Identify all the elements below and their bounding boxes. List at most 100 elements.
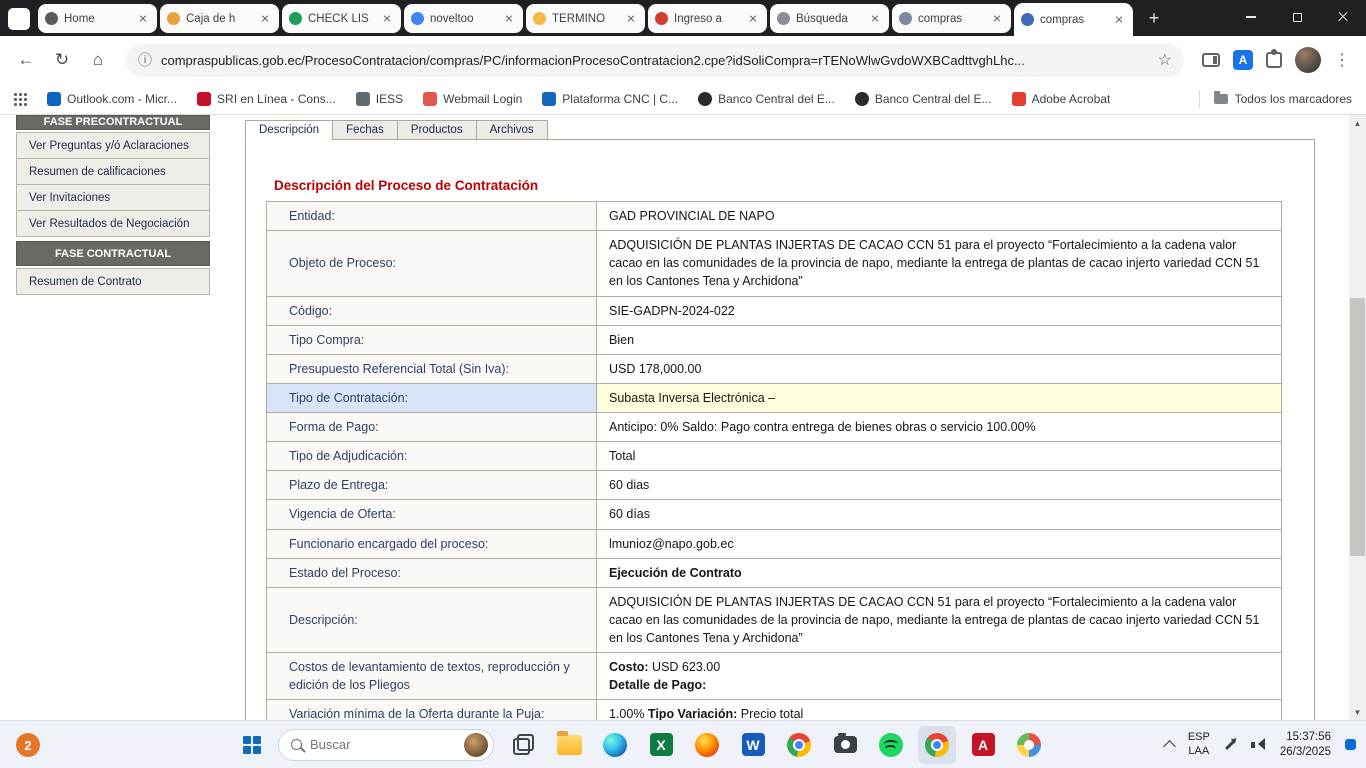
paint-taskbar-button[interactable] xyxy=(1010,726,1048,764)
row-label: Vigencia de Oferta: xyxy=(267,500,597,529)
browser-tab[interactable]: Búsqueda xyxy=(770,4,889,33)
spotify-taskbar-button[interactable] xyxy=(872,726,910,764)
file-explorer-taskbar-button[interactable] xyxy=(550,726,588,764)
home-button[interactable]: ⌂ xyxy=(82,44,114,76)
browser-tab[interactable]: CHECK LIS xyxy=(282,4,401,33)
browser-tab[interactable]: noveltoo xyxy=(404,4,523,33)
site-info-icon[interactable]: ⓘ xyxy=(138,50,152,70)
sidebar-item[interactable]: Ver Invitaciones xyxy=(16,184,210,211)
bookmark-item[interactable]: Banco Central del E... xyxy=(698,92,835,106)
chrome-taskbar-button[interactable] xyxy=(918,726,956,764)
tab-favicon xyxy=(45,12,58,25)
tab-favicon xyxy=(777,12,790,25)
bookmark-item[interactable]: Webmail Login xyxy=(423,92,522,106)
sidebar-item[interactable]: Ver Preguntas y/ó Aclaraciones xyxy=(16,132,210,159)
scroll-down-icon[interactable]: ▼ xyxy=(1349,704,1366,720)
windows-taskbar: 2 ESP LAA 15:37:56 26/3/2025 xyxy=(0,720,1366,768)
sidebar-item[interactable]: Resumen de Contrato xyxy=(16,268,210,295)
tab-close-icon[interactable] xyxy=(1112,13,1126,27)
apps-grid-icon[interactable] xyxy=(14,93,27,106)
sidebar-section-header: FASE CONTRACTUAL xyxy=(16,241,210,266)
tab-close-icon[interactable] xyxy=(380,12,394,26)
all-bookmarks-button[interactable]: Todos los marcadores xyxy=(1199,90,1352,108)
address-bar[interactable]: ⓘ compraspublicas.gob.ec/ProcesoContrata… xyxy=(126,44,1184,77)
row-label: Variación mínima de la Oferta durante la… xyxy=(267,700,597,720)
maximize-button[interactable] xyxy=(1274,0,1320,34)
bookmark-label: Outlook.com - Micr... xyxy=(67,92,177,106)
taskbar-search[interactable] xyxy=(278,729,494,761)
sidebar-item[interactable]: Ver Resultados de Negociación xyxy=(16,210,210,237)
edge-taskbar-button[interactable] xyxy=(596,726,634,764)
browser-tab[interactable]: Caja de h xyxy=(160,4,279,33)
table-row: Forma de Pago:Anticipo: 0% Saldo: Pago c… xyxy=(267,413,1282,442)
language-indicator[interactable]: ESP LAA xyxy=(1188,731,1210,759)
bookmark-item[interactable]: Outlook.com - Micr... xyxy=(47,92,177,106)
browser-tab[interactable]: TERMINO xyxy=(526,4,645,33)
translate-icon[interactable]: A xyxy=(1233,50,1253,70)
word-taskbar-button[interactable] xyxy=(734,726,772,764)
excel-taskbar-button[interactable] xyxy=(642,726,680,764)
edge-icon xyxy=(603,733,627,757)
chrome-taskbar-button[interactable] xyxy=(780,726,818,764)
back-button[interactable]: ← xyxy=(10,44,42,76)
vertical-scrollbar[interactable]: ▲ ▼ xyxy=(1349,115,1366,720)
refresh-button[interactable]: ↻ xyxy=(46,44,78,76)
screen: HomeCaja de hCHECK LISnoveltooTERMINOIng… xyxy=(0,0,1366,768)
profile-avatar[interactable] xyxy=(1295,47,1321,73)
volume-icon[interactable] xyxy=(1251,738,1266,751)
new-tab-button[interactable]: + xyxy=(1141,5,1167,31)
keyboard-layout: LAA xyxy=(1188,745,1210,759)
page-content: FASE PRECONTRACTUALVer Preguntas y/ó Acl… xyxy=(0,115,1366,720)
url-text[interactable]: compraspublicas.gob.ec/ProcesoContrataci… xyxy=(161,53,1149,68)
task-view-taskbar-button[interactable] xyxy=(504,726,542,764)
browser-tab[interactable]: Home xyxy=(38,4,157,33)
tab-favicon xyxy=(1021,13,1034,26)
scrollbar-thumb[interactable] xyxy=(1350,298,1365,556)
browser-menu-icon[interactable]: ⋮ xyxy=(1334,50,1350,70)
start-button[interactable] xyxy=(234,727,270,763)
pen-icon[interactable] xyxy=(1225,739,1236,750)
row-label: Código: xyxy=(267,296,597,325)
bookmark-item[interactable]: Plataforma CNC | C... xyxy=(542,92,678,106)
scroll-up-icon[interactable]: ▲ xyxy=(1349,115,1366,131)
table-row: Código:SIE-GADPN-2024-022 xyxy=(267,296,1282,325)
clock[interactable]: 15:37:56 26/3/2025 xyxy=(1280,730,1331,760)
window-corner-button[interactable] xyxy=(8,8,30,30)
close-button[interactable] xyxy=(1320,0,1366,34)
tab-close-icon[interactable] xyxy=(990,12,1004,26)
tab-close-icon[interactable] xyxy=(502,12,516,26)
row-label: Objeto de Proceso: xyxy=(267,231,597,296)
search-daily-image[interactable] xyxy=(464,733,488,757)
tab-archivos[interactable]: Archivos xyxy=(476,120,548,140)
bookmark-item[interactable]: SRI en Línea - Cons... xyxy=(197,92,336,106)
bookmark-star-icon[interactable]: ☆ xyxy=(1158,50,1172,70)
tab-close-icon[interactable] xyxy=(258,12,272,26)
browser-tab[interactable]: Ingreso a xyxy=(648,4,767,33)
tab-close-icon[interactable] xyxy=(136,12,150,26)
notification-center-icon[interactable] xyxy=(1345,739,1356,750)
bookmark-label: IESS xyxy=(376,92,403,106)
extensions-icon[interactable] xyxy=(1266,52,1282,68)
notification-count-badge[interactable]: 2 xyxy=(16,733,40,757)
bookmark-item[interactable]: Adobe Acrobat xyxy=(1012,92,1111,106)
tab-close-icon[interactable] xyxy=(746,12,760,26)
minimize-button[interactable] xyxy=(1228,0,1274,34)
side-panel-icon[interactable] xyxy=(1202,53,1220,67)
table-row: Objeto de Proceso:ADQUISICIÓN DE PLANTAS… xyxy=(267,231,1282,296)
browser-tab[interactable]: compras xyxy=(1014,3,1133,36)
search-input[interactable] xyxy=(310,737,456,752)
tab-descripcion[interactable]: Descripción xyxy=(245,120,333,140)
tab-close-icon[interactable] xyxy=(868,12,882,26)
bookmark-item[interactable]: Banco Central del E... xyxy=(855,92,992,106)
tray-overflow-chevron-icon[interactable] xyxy=(1163,740,1176,753)
camera-taskbar-button[interactable] xyxy=(826,726,864,764)
tab-favicon xyxy=(289,12,302,25)
sidebar-item[interactable]: Resumen de calificaciones xyxy=(16,158,210,185)
browser-tab[interactable]: compras xyxy=(892,4,1011,33)
bookmark-item[interactable]: IESS xyxy=(356,92,403,106)
firefox-taskbar-button[interactable] xyxy=(688,726,726,764)
tab-fechas[interactable]: Fechas xyxy=(332,120,398,140)
tab-close-icon[interactable] xyxy=(624,12,638,26)
tab-productos[interactable]: Productos xyxy=(397,120,477,140)
acrobat-taskbar-button[interactable] xyxy=(964,726,1002,764)
